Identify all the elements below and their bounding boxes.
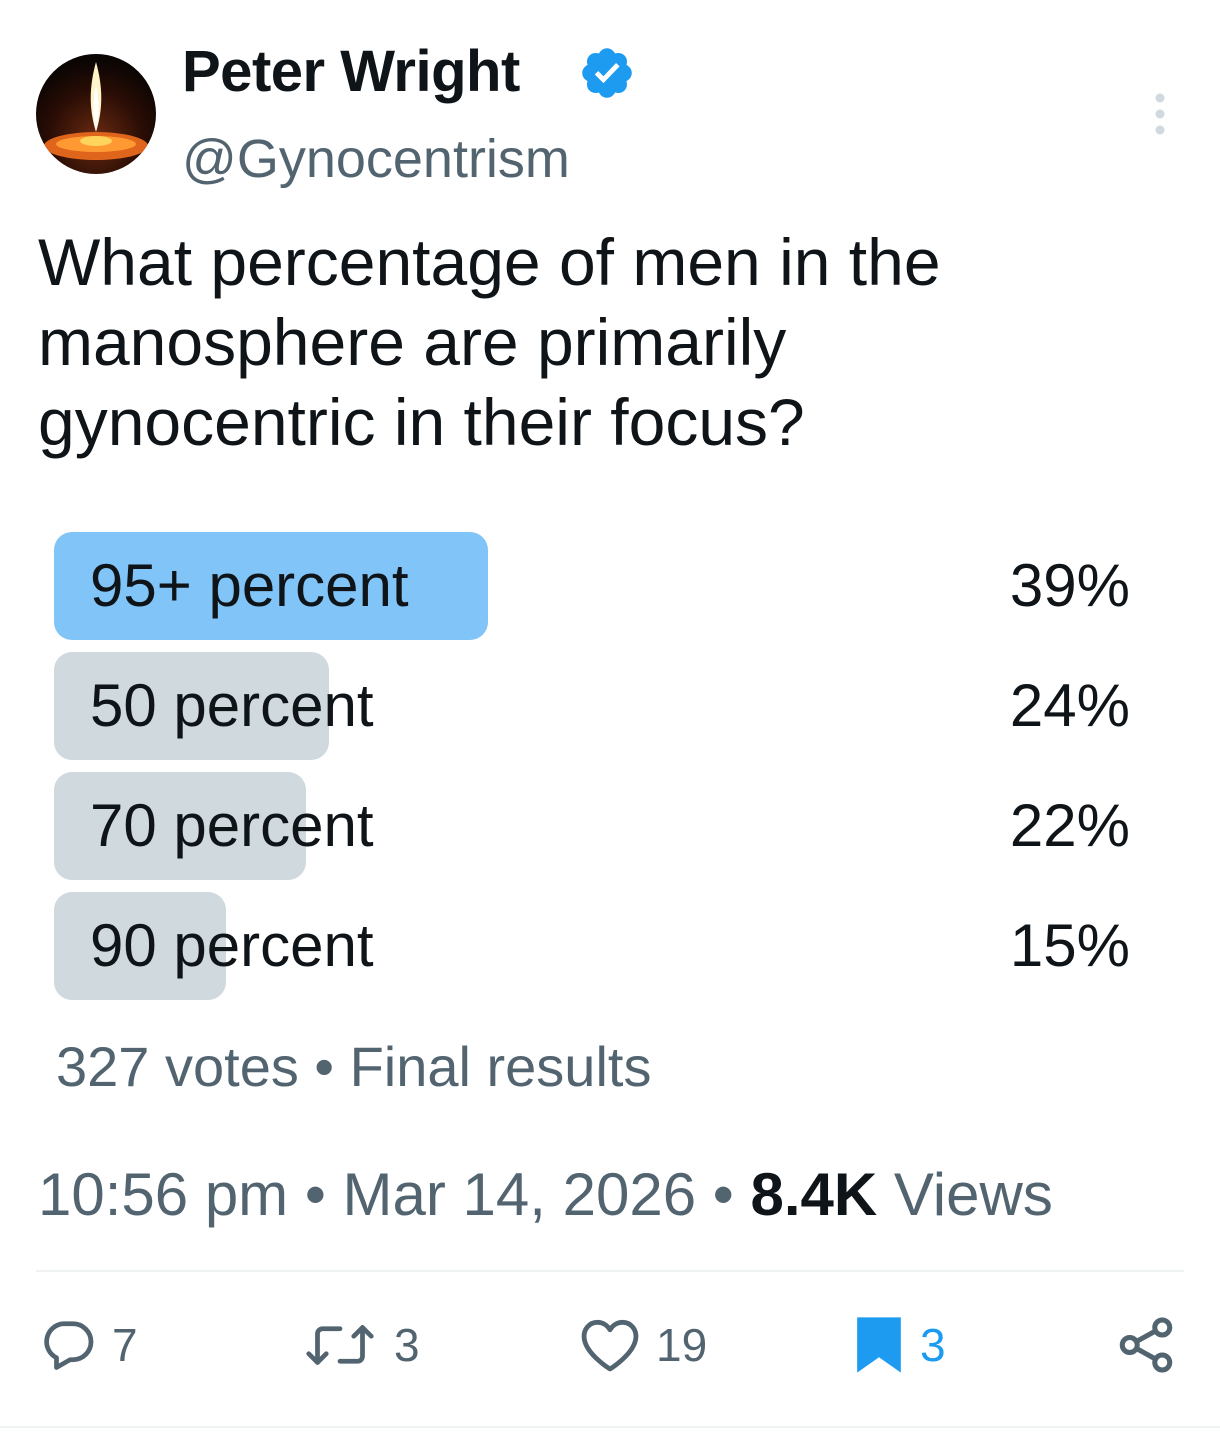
- author-handle[interactable]: @Gynocentrism: [182, 128, 570, 190]
- separator-dot: •: [314, 1035, 335, 1098]
- poll-option: 95+ percent 39%: [54, 532, 1130, 640]
- candle-flame-icon: [44, 62, 148, 160]
- author-name[interactable]: Peter Wright: [182, 38, 520, 105]
- reply-button[interactable]: 7: [38, 1310, 138, 1380]
- like-count: 19: [656, 1319, 708, 1371]
- views-count[interactable]: 8.4K: [750, 1161, 877, 1228]
- poll-option-percent: 24%: [1009, 672, 1130, 739]
- poll-summary: 327 votes • Final results: [56, 1034, 651, 1099]
- poll-option: 70 percent 22%: [54, 772, 1130, 880]
- divider: [36, 1270, 1184, 1272]
- post-text-line: What percentage of men in the: [38, 225, 941, 299]
- avatar[interactable]: [36, 54, 156, 174]
- poll-option-label: 50 percent: [90, 672, 374, 739]
- post-time[interactable]: 10:56 pm: [38, 1161, 288, 1228]
- bookmark-count: 3: [920, 1319, 946, 1371]
- post-text: What percentage of men in the manosphere…: [38, 222, 1138, 462]
- post-text-line: gynocentric in their focus?: [38, 385, 805, 459]
- poll-option-label: 70 percent: [90, 792, 374, 859]
- poll-status: Final results: [349, 1035, 652, 1098]
- repost-button[interactable]: 3: [300, 1310, 420, 1380]
- poll-vote-count: 327 votes: [56, 1035, 299, 1098]
- share-icon: [1119, 1317, 1173, 1373]
- poll-option-percent: 15%: [1009, 912, 1130, 979]
- divider: [0, 1426, 1220, 1428]
- separator-dot: •: [304, 1161, 326, 1228]
- views-label: Views: [893, 1161, 1053, 1228]
- post-timestamp: 10:56 pm • Mar 14, 2026 • 8.4K Views: [38, 1160, 1053, 1229]
- repost-count: 3: [394, 1319, 420, 1371]
- heart-icon: [581, 1319, 639, 1372]
- share-button[interactable]: [1116, 1310, 1176, 1380]
- post-date[interactable]: Mar 14, 2026: [343, 1161, 697, 1228]
- poll-option-label: 95+ percent: [90, 552, 409, 619]
- poll-option-label: 90 percent: [90, 912, 374, 979]
- repost-icon: [306, 1325, 374, 1365]
- poll-option-percent: 22%: [1009, 792, 1130, 859]
- reply-icon: [44, 1321, 94, 1370]
- post-text-line: manosphere are primarily: [38, 305, 787, 379]
- bookmark-icon: [857, 1317, 901, 1373]
- poll-option: 50 percent 24%: [54, 652, 1130, 760]
- bookmark-button[interactable]: 3: [852, 1310, 946, 1380]
- like-button[interactable]: 19: [578, 1310, 707, 1380]
- more-options-icon[interactable]: [1140, 92, 1180, 136]
- separator-dot: •: [712, 1161, 734, 1228]
- poll-option-percent: 39%: [1009, 552, 1130, 619]
- verified-badge-icon: [578, 44, 636, 102]
- reply-count: 7: [112, 1319, 138, 1371]
- poll-option: 90 percent 15%: [54, 892, 1130, 1000]
